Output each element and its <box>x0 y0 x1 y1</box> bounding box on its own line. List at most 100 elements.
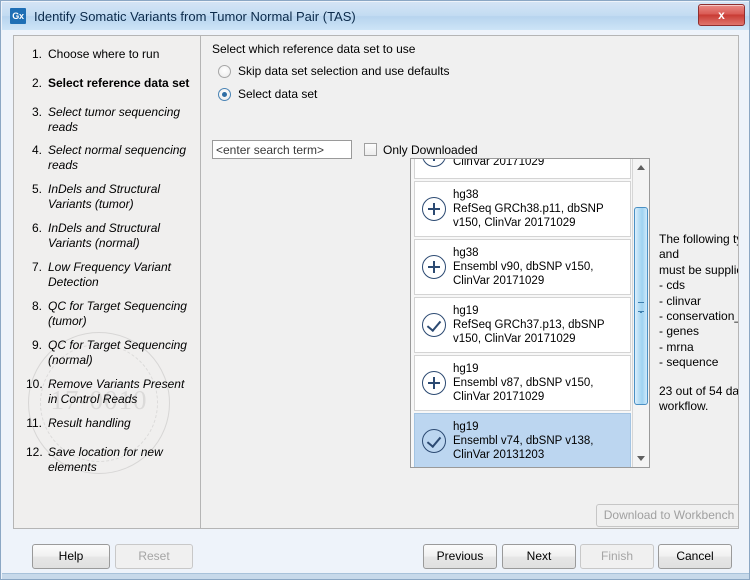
step-number: 11. <box>26 416 42 430</box>
radio-skip-indicator[interactable] <box>218 64 231 78</box>
download-to-workbench-button[interactable]: Download to Workbench <box>596 504 738 527</box>
step-label: InDels and Structural Variants (tumor) <box>48 182 161 211</box>
step-label: Remove Variants Present in Control Reads <box>48 377 185 406</box>
scrollbar-thumb[interactable] <box>634 207 648 405</box>
required-data-type: - clinvar <box>659 293 702 308</box>
dataset-list-item[interactable]: hg19 RefSeq GRCh37.p13, dbSNP v150, ClinV… <box>414 297 631 353</box>
dataset-text: hg19 Ensembl v87, dbSNP v150, ClinVar 201… <box>453 362 626 404</box>
plus-circle-icon[interactable] <box>422 371 446 395</box>
scroll-up-icon[interactable] <box>633 159 649 176</box>
close-icon[interactable]: x <box>698 4 745 26</box>
wizard-body: 17-0010 1. Choose where to run 2. Select re… <box>13 35 739 529</box>
required-data-type: - genes <box>659 324 700 339</box>
radio-select-label: Select data set <box>238 87 318 101</box>
dataset-list: Ensembl v91, dbSNP v150, ClinVar 2017102… <box>411 159 634 467</box>
radio-select-indicator[interactable] <box>218 87 231 101</box>
sidebar-step-9[interactable]: 9. QC for Target Sequencing (normal) <box>26 338 196 368</box>
step-label: Select reference data set <box>48 76 190 90</box>
step-number: 8. <box>31 299 42 313</box>
dataset-description: Ensembl v91, dbSNP v150, ClinVar 2017102… <box>453 159 545 168</box>
required-data-type: - cds <box>659 278 686 293</box>
sidebar-step-11[interactable]: 11. Result handling <box>26 416 196 431</box>
dataset-genome-build: hg19 <box>453 363 479 375</box>
cancel-button[interactable]: Cancel <box>658 544 732 569</box>
step-label: QC for Target Sequencing (tumor) <box>48 299 187 328</box>
plus-circle-icon[interactable] <box>422 255 446 279</box>
sidebar-step-12[interactable]: 12. Save location for new elements <box>26 445 196 475</box>
reset-button[interactable]: Reset <box>115 544 193 569</box>
info-line-1: The following types of reference data ar… <box>659 232 738 262</box>
required-data-types-list: - cds- clinvar- conservation_scores_phas… <box>659 278 739 370</box>
check-circle-icon[interactable] <box>422 429 446 453</box>
dataset-list-panel: Ensembl v91, dbSNP v150, ClinVar 2017102… <box>410 158 650 468</box>
dataset-genome-build: hg19 <box>453 305 479 317</box>
previous-button[interactable]: Previous <box>423 544 497 569</box>
title-bar: Gx Identify Somatic Variants from Tumor … <box>2 2 749 31</box>
step-label: Save location for new elements <box>48 445 163 474</box>
step-label: Low Frequency Variant Detection <box>48 260 171 289</box>
step-number: 7. <box>31 260 42 274</box>
dataset-description: RefSeq GRCh37.p13, dbSNP v150, ClinVar 2… <box>453 319 605 345</box>
step-label: Result handling <box>48 416 131 430</box>
dataset-list-item[interactable]: hg38 Ensembl v90, dbSNP v150, ClinVar 201… <box>414 239 631 295</box>
only-downloaded-box[interactable] <box>364 143 377 156</box>
help-button[interactable]: Help <box>32 544 110 569</box>
required-data-type: - sequence <box>659 355 719 370</box>
step-label: InDels and Structural Variants (normal) <box>48 221 161 250</box>
steps-sidebar: 17-0010 1. Choose where to run 2. Select re… <box>14 36 201 528</box>
search-input[interactable] <box>212 140 352 159</box>
search-row: Only Downloaded <box>212 140 478 159</box>
step-label: QC for Target Sequencing (normal) <box>48 338 187 367</box>
dataset-list-item[interactable]: Ensembl v91, dbSNP v150, ClinVar 2017102… <box>414 159 631 179</box>
step-number: 12. <box>26 445 43 459</box>
radio-select-dataset[interactable]: Select data set <box>218 87 317 101</box>
dataset-text: hg38 Ensembl v90, dbSNP v150, ClinVar 201… <box>453 246 626 288</box>
dataset-genome-build: hg38 <box>453 189 479 201</box>
required-data-type: - conservation_scores_phastcons <box>659 309 739 324</box>
window-content: 17-0010 1. Choose where to run 2. Select re… <box>2 30 749 579</box>
step-number: 10. <box>26 377 43 391</box>
dataset-list-item[interactable]: hg19 Ensembl v74, dbSNP v138, ClinVar 201… <box>414 413 631 467</box>
window-title: Identify Somatic Variants from Tumor Nor… <box>34 8 356 24</box>
sidebar-step-6[interactable]: 6. InDels and Structural Variants (normal… <box>26 221 196 251</box>
scroll-down-icon[interactable] <box>633 450 649 467</box>
app-icon: Gx <box>10 8 26 24</box>
dataset-description: Ensembl v74, dbSNP v138, ClinVar 2013120… <box>453 435 594 461</box>
sidebar-step-10[interactable]: 10. Remove Variants Present in Control Re… <box>26 377 196 407</box>
step-label: Select normal sequencing reads <box>48 143 187 172</box>
sidebar-step-5[interactable]: 5. InDels and Structural Variants (tumor) <box>26 182 196 212</box>
step-number: 1. <box>31 47 42 61</box>
dataset-description: Ensembl v90, dbSNP v150, ClinVar 2017102… <box>453 261 594 287</box>
dataset-genome-build: hg19 <box>453 421 479 433</box>
plus-circle-icon[interactable] <box>422 197 446 221</box>
plus-circle-icon[interactable] <box>422 159 446 167</box>
sidebar-step-7[interactable]: 7. Low Frequency Variant Detection <box>26 260 196 290</box>
dataset-list-viewport[interactable]: Ensembl v91, dbSNP v150, ClinVar 2017102… <box>411 159 634 467</box>
next-button[interactable]: Next <box>502 544 576 569</box>
sidebar-step-2[interactable]: 2. Select reference data set <box>26 76 196 91</box>
step-label: Select tumor sequencing reads <box>48 105 181 134</box>
dataset-text: hg19 Ensembl v74, dbSNP v138, ClinVar 201… <box>453 420 626 462</box>
step-number: 6. <box>31 221 42 235</box>
finish-button[interactable]: Finish <box>580 544 654 569</box>
required-data-type: - mrna <box>659 339 694 354</box>
dataset-list-item[interactable]: hg19 Ensembl v87, dbSNP v150, ClinVar 201… <box>414 355 631 411</box>
step-number: 4. <box>31 143 42 157</box>
info-summary-1: 23 out of 54 data sets can be used with … <box>659 383 739 398</box>
radio-skip-label: Skip data set selection and use defaults <box>238 64 450 78</box>
dataset-text: hg19 RefSeq GRCh37.p13, dbSNP v150, ClinV… <box>453 304 626 346</box>
main-panel: Select which reference data set to use S… <box>202 36 739 528</box>
sidebar-step-3[interactable]: 3. Select tumor sequencing reads <box>26 105 196 135</box>
dataset-list-item[interactable]: hg38 RefSeq GRCh38.p11, dbSNP v150, ClinV… <box>414 181 631 237</box>
only-downloaded-label: Only Downloaded <box>383 142 478 157</box>
sidebar-step-1[interactable]: 1. Choose where to run <box>26 47 196 62</box>
list-scrollbar[interactable] <box>632 159 649 467</box>
sidebar-step-8[interactable]: 8. QC for Target Sequencing (tumor) <box>26 299 196 329</box>
check-circle-icon[interactable] <box>422 313 446 337</box>
radio-skip-defaults[interactable]: Skip data set selection and use defaults <box>218 64 449 78</box>
only-downloaded-checkbox[interactable]: Only Downloaded <box>364 143 478 157</box>
reference-data-info: The following types of reference data ar… <box>659 232 739 414</box>
step-number: 5. <box>31 182 42 196</box>
sidebar-step-4[interactable]: 4. Select normal sequencing reads <box>26 143 196 173</box>
dataset-description: Ensembl v87, dbSNP v150, ClinVar 2017102… <box>453 377 594 403</box>
